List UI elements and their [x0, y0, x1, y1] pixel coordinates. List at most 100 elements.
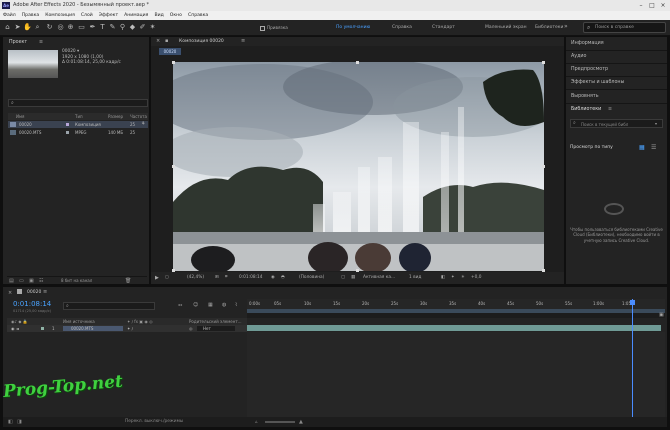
fit-icon[interactable]: ⊞	[215, 275, 219, 280]
rotate-tool-icon[interactable]: ↻	[45, 23, 54, 32]
menu-window[interactable]: Окно	[167, 11, 185, 20]
table-row[interactable]: 00020.MTS MPEG 140 МБ 25	[8, 129, 148, 136]
clone-stamp-tool-icon[interactable]: ⚲	[118, 23, 127, 32]
toggle-icon[interactable]: ◨	[17, 419, 22, 425]
menu-file[interactable]: Файл	[0, 11, 19, 20]
workspace-small-screen[interactable]: Маленький экран	[485, 25, 527, 30]
panel-info[interactable]: Информация	[571, 41, 604, 46]
frame-blending-icon[interactable]: ▦	[208, 302, 213, 308]
bpc-label[interactable]: 8 бит на канал	[61, 278, 92, 283]
camera-tool-icon[interactable]: ◎	[56, 23, 65, 32]
show-snapshot-icon[interactable]: ◓	[281, 275, 285, 280]
settings-icon[interactable]: ☷	[39, 278, 43, 284]
minimize-icon[interactable]: –	[636, 1, 646, 10]
maximize-icon[interactable]: □	[647, 1, 657, 10]
resolution-dropdown[interactable]: (Половина)	[299, 275, 324, 280]
menu-animation[interactable]: Анимация	[121, 11, 151, 20]
motion-blur-icon[interactable]: ◍	[222, 302, 226, 308]
rectangle-tool-icon[interactable]: ▭	[77, 23, 86, 32]
workspace-default[interactable]: По умолчанию	[336, 25, 370, 30]
help-search-input[interactable]: ⌕ Поиск в справке	[583, 22, 666, 33]
playhead[interactable]	[631, 299, 633, 417]
expand-icon[interactable]: ◧	[8, 419, 13, 425]
workspace-help[interactable]: Справка	[392, 25, 412, 30]
menu-composition[interactable]: Композиция	[42, 11, 78, 20]
project-search-input[interactable]: ⌕	[8, 99, 148, 107]
zoom-in-icon[interactable]: ▲	[299, 419, 303, 425]
puppet-tool-icon[interactable]: ✶	[148, 23, 157, 32]
pan-behind-tool-icon[interactable]: ⊕	[66, 23, 75, 32]
toggle-switches-modes[interactable]: Перекл. выключ./режимы	[125, 419, 183, 424]
workspace-libraries[interactable]: Библиотеки	[535, 25, 563, 30]
panel-menu-icon[interactable]: ≡	[43, 289, 47, 295]
col-name[interactable]: Имя	[16, 113, 24, 120]
panel-menu-icon[interactable]: ≡	[39, 40, 43, 45]
table-row[interactable]: 00020 Композиция 25 ⚘	[8, 121, 148, 128]
project-panel-title[interactable]: Проект	[9, 40, 27, 45]
label-color-swatch[interactable]	[66, 131, 69, 134]
text-tool-icon[interactable]: T	[98, 23, 107, 32]
draft-3d-icon[interactable]: ⚏	[178, 302, 182, 308]
current-time[interactable]: 0:01:08:14	[239, 275, 262, 280]
transform-handle[interactable]	[356, 61, 359, 64]
exposure-value[interactable]: +0,0	[471, 275, 481, 280]
shy-layers-icon[interactable]: ☺	[193, 302, 198, 308]
safe-zones-icon[interactable]: ⌗	[225, 275, 227, 280]
comp-panel-title[interactable]: Композиция 00020	[179, 39, 224, 44]
workspace-standard[interactable]: Стандарт	[432, 25, 455, 30]
roi-icon[interactable]: ▢	[341, 275, 345, 280]
panel-menu-icon[interactable]: ≡	[241, 38, 245, 44]
visibility-icon[interactable]: ◉ ◄	[11, 325, 19, 332]
roto-brush-tool-icon[interactable]: ✐	[138, 23, 147, 32]
view-by-type-dropdown[interactable]: Просмотр по типу	[570, 145, 613, 150]
parent-link-icon[interactable]: ◎	[189, 325, 193, 332]
menu-view[interactable]: Вид	[151, 11, 166, 20]
transform-handle[interactable]	[172, 165, 175, 168]
zoom-tool-icon[interactable]: ⌕	[33, 23, 42, 32]
col-size[interactable]: Размер	[108, 113, 123, 120]
workspace-more-icon[interactable]: »	[564, 23, 568, 30]
playhead-handle[interactable]	[629, 300, 635, 305]
col-source-name[interactable]: Имя источника	[63, 318, 95, 325]
composition-viewer[interactable]	[173, 62, 544, 271]
library-search-input[interactable]: ⌕ Поиск в текущей библ ▾	[570, 119, 663, 128]
col-parent[interactable]: Родительский элемент...	[189, 318, 241, 325]
brush-tool-icon[interactable]: ✎	[108, 23, 117, 32]
panel-audio[interactable]: Аудио	[571, 54, 587, 59]
transform-handle[interactable]	[542, 165, 545, 168]
resolution-icon[interactable]: ◻	[165, 275, 169, 280]
trash-icon[interactable]: 🗑	[125, 278, 131, 284]
hand-tool-icon[interactable]: ✋	[23, 23, 32, 32]
camera-dropdown[interactable]: Активная ка...	[363, 275, 395, 280]
snapshot-icon[interactable]: ◉	[271, 275, 275, 280]
time-ruler[interactable]: 0:00s 05s 10s 15s 20s 25s 30s 35s 40s 45…	[247, 299, 665, 309]
close-icon[interactable]: ×	[8, 290, 12, 296]
transparency-grid-icon[interactable]: ▦	[351, 275, 355, 280]
time-navigator[interactable]	[247, 313, 665, 318]
layer-duration-bar[interactable]	[247, 325, 661, 331]
timeline-search-input[interactable]: ⌕	[63, 302, 155, 310]
pen-tool-icon[interactable]: ✒	[88, 23, 97, 32]
panel-effects[interactable]: Эффекты и шаблоны	[571, 80, 624, 85]
toggle-icon[interactable]: ◧	[441, 275, 445, 280]
menu-effect[interactable]: Эффект	[96, 11, 121, 20]
menu-help[interactable]: Справка	[185, 11, 211, 20]
panel-libraries[interactable]: Библиотеки	[571, 107, 601, 112]
panel-align[interactable]: Выровнять	[571, 94, 599, 99]
new-composition-icon[interactable]: ▣	[29, 278, 34, 284]
interpret-footage-icon[interactable]: ▤	[9, 278, 14, 284]
graph-editor-icon[interactable]: ⌇	[235, 302, 237, 308]
close-icon[interactable]: ×	[156, 38, 160, 44]
zoom-slider[interactable]	[265, 421, 295, 423]
zoom-out-icon[interactable]: ▵	[255, 419, 258, 425]
new-folder-icon[interactable]: ▭	[19, 278, 24, 284]
menu-layer[interactable]: Слой	[78, 11, 96, 20]
close-icon[interactable]: ×	[658, 1, 668, 10]
list-view-icon[interactable]: ☰	[651, 144, 656, 151]
layer-row[interactable]: ◉ ◄ 1 00020.MTS ✦ ∕ ◎ Нет	[7, 325, 247, 332]
label-color-swatch[interactable]	[66, 123, 69, 126]
transform-handle[interactable]	[542, 61, 545, 64]
col-rate[interactable]: Частота	[130, 113, 147, 120]
chevron-down-icon[interactable]: ▾	[655, 121, 657, 126]
timeline-tab[interactable]: 00020	[27, 290, 41, 295]
